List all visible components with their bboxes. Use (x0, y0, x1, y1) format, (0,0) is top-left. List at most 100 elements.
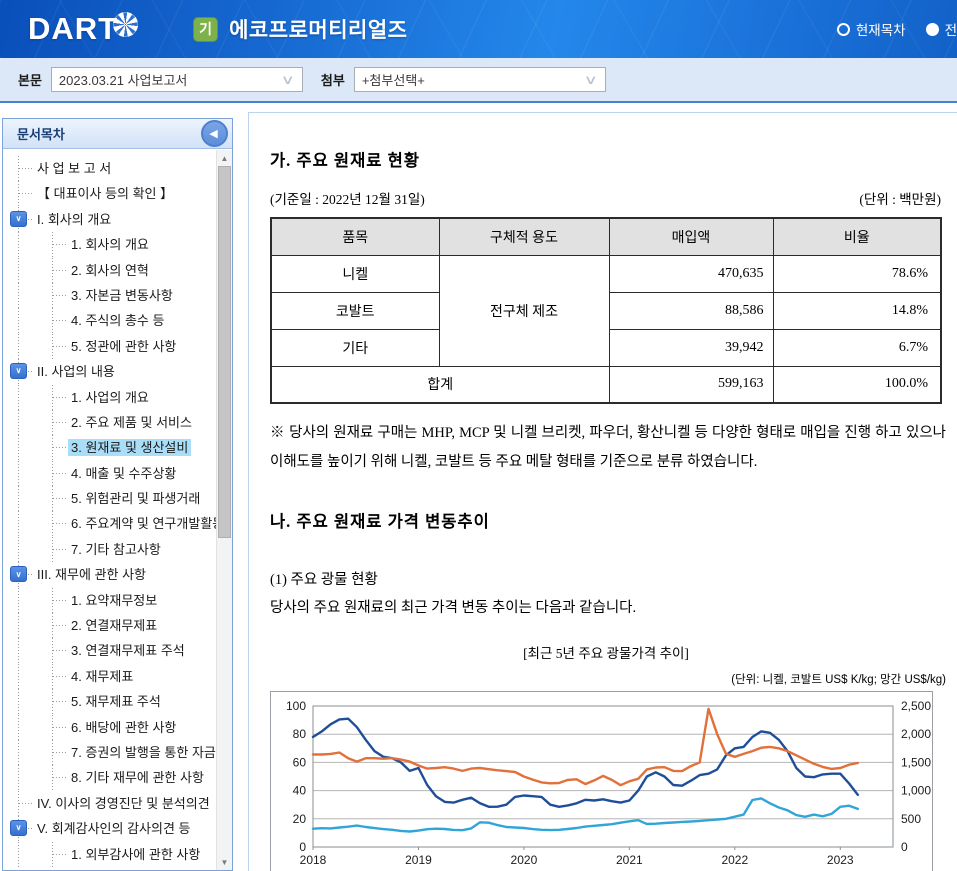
tree-item-label[interactable]: III. 재무에 관한 사항 (34, 566, 149, 583)
sidebar-collapse-button[interactable]: ◀ (201, 120, 228, 147)
tree-item-label[interactable]: 8. 기타 재무에 관한 사항 (68, 769, 207, 786)
tree-expander-icon[interactable]: ∨ (10, 363, 27, 380)
total-amount: 599,163 (608, 365, 774, 404)
chevron-down-icon: ∨ (583, 71, 599, 87)
tree-item-label[interactable]: 【 대표이사 등의 확인 】 (34, 185, 176, 202)
chart-plot: 0 20 40 60 80 100 0 500 1,000 1,500 2,000 2,500 2018… (286, 699, 931, 867)
tree-item-label[interactable]: 1. 외부감사에 관한 사항 (68, 846, 203, 863)
sidebar-title: 문서목차 (17, 127, 65, 142)
col-header-ratio: 비율 (772, 217, 942, 256)
chart-unit-note: (단위: 니켈, 코발트 US$ K/kg; 망간 US$/kg) (731, 674, 946, 686)
tree-item-label[interactable]: 7. 기타 참고사항 (68, 541, 164, 558)
tree-item-label[interactable]: 1. 회사의 개요 (68, 236, 152, 253)
dart-logo[interactable]: DART (28, 11, 139, 47)
tree-item: 1. 외부감사에 관한 사항 (3, 841, 216, 867)
col-header-usage: 구체적 용도 (438, 217, 610, 256)
tree-item: 7. 기타 참고사항 (3, 536, 216, 563)
tree-item: 5. 정관에 관한 사항 (3, 333, 216, 360)
svg-text:2021: 2021 (616, 853, 643, 867)
table-row: 니켈 전구체 제조 470,635 78.6% (270, 254, 942, 367)
radio-current-toc[interactable]: 현재목차 (836, 19, 906, 39)
main-doc-label: 본문 (18, 73, 42, 88)
tree: 사 업 보 고 서 【 대표이사 등의 확인 】 ∨ I. 회사의 개요 1. 회사의 … (3, 150, 216, 870)
table-meta-row: (기준일 : 2022년 12월 31일) (단위 : 백만원) (270, 188, 941, 208)
document-toolbar: 본문 2023.03.21 사업보고서 ∨ 첨부 +첨부선택+ ∨ (0, 58, 957, 103)
total-label: 합계 (270, 365, 610, 404)
sidebar-header: 문서목차 ◀ (3, 119, 232, 149)
dart-logo-text: DART (28, 11, 119, 46)
cell-item: 기타 (270, 328, 440, 367)
tree-item: ∨ II. 사업의 내용 (3, 359, 216, 385)
scroll-up-icon[interactable]: ▲ (217, 151, 232, 165)
table-total-row: 합계 599,163 100.0% (270, 365, 942, 404)
tree-item-label[interactable]: IV. 이사의 경영진단 및 분석의견 (34, 795, 213, 812)
tree-item-label[interactable]: 7. 증권의 발행을 통한 자금조달 (68, 744, 216, 761)
subsection-1-text: 당사의 주요 원재료의 최근 가격 변동 추이는 다음과 같습니다. (270, 600, 637, 616)
tree-item: 4. 주식의 총수 등 (3, 308, 216, 334)
svg-text:0: 0 (299, 840, 306, 854)
main-doc-select[interactable]: 2023.03.21 사업보고서 ∨ (50, 67, 303, 92)
sidebar-scrollbar[interactable]: ▲ ▼ (216, 150, 232, 870)
scroll-down-icon[interactable]: ▼ (217, 855, 232, 869)
svg-text:2022: 2022 (721, 853, 748, 867)
svg-text:2019: 2019 (405, 853, 432, 867)
tree-item-label[interactable]: 4. 재무제표 (68, 668, 136, 685)
tree-item-label[interactable]: II. 사업의 내용 (34, 363, 118, 380)
tree-item: 3. 연결재무제표 주석 (3, 638, 216, 664)
svg-text:2,000: 2,000 (901, 727, 931, 741)
tree-item-label[interactable]: 1. 요약재무정보 (68, 592, 160, 609)
tree-item-label[interactable]: 2. 주요 제품 및 서비스 (68, 414, 195, 431)
attachment-label: 첨부 (320, 73, 345, 88)
tree-item: 1. 회사의 개요 (3, 232, 216, 258)
tree-item-label[interactable]: 5. 정관에 관한 사항 (68, 338, 179, 355)
svg-text:2018: 2018 (300, 853, 327, 867)
tree-item-label-selected[interactable]: 3. 원재료 및 생산설비 (68, 439, 192, 457)
tree-item-label[interactable]: 3. 자본금 변동사항 (68, 287, 176, 304)
tree-item-label[interactable]: 4. 주식의 총수 등 (68, 312, 167, 329)
dart-pinwheel-icon (113, 11, 139, 37)
cell-amount: 470,635 (608, 254, 774, 293)
tree-item: 1. 요약재무정보 (3, 587, 216, 614)
tree-item-label[interactable]: 5. 위험관리 및 파생거래 (68, 490, 203, 507)
tree-item: IV. 이사의 경영진단 및 분석의견 (3, 790, 216, 817)
tree-item-label[interactable]: 2. 회사의 연혁 (68, 262, 152, 279)
col-header-item: 품목 (270, 217, 440, 256)
tree-item-label[interactable]: 3. 연결재무제표 주석 (68, 642, 188, 659)
tree-item-label[interactable]: I. 회사의 개요 (34, 211, 114, 228)
tree-item: 6. 주요계약 및 연구개발활동 (3, 511, 216, 537)
radio-full-toc[interactable]: 전 (925, 19, 957, 39)
tree-item-label[interactable]: 2. 연결재무제표 (68, 617, 160, 634)
cell-amount: 39,942 (608, 328, 774, 367)
company-name: 에코프로머티리얼즈 (229, 19, 408, 42)
chevron-down-icon: ∨ (281, 71, 296, 87)
document-content: 가. 주요 원재료 현황 (기준일 : 2022년 12월 31일) (단위 :… (248, 112, 957, 871)
tree-item-label[interactable]: 6. 주요계약 및 연구개발활동 (68, 515, 216, 532)
cell-ratio: 6.7% (772, 328, 942, 367)
tree-expander-icon[interactable]: ∨ (10, 566, 27, 583)
tree-item: 2. 주요 제품 및 서비스 (3, 409, 216, 436)
toc-mode-radios: 현재목차 전 (836, 19, 957, 39)
tree-item-label[interactable]: 사 업 보 고 서 (34, 160, 114, 177)
radio-selected-icon[interactable] (925, 22, 939, 36)
tree-item-label[interactable]: 5. 재무제표 주석 (68, 693, 164, 710)
tree-expander-icon[interactable]: ∨ (10, 820, 27, 837)
section-a-title: 가. 주요 원재료 현황 (270, 151, 420, 170)
app-header: DART 기 에코프로머티리얼즈 현재목차 전 (0, 0, 957, 58)
svg-text:2023: 2023 (827, 853, 854, 867)
tree-item-label[interactable]: V. 회계감사인의 감사의견 등 (34, 820, 194, 837)
svg-text:20: 20 (293, 812, 307, 826)
svg-text:60: 60 (293, 755, 307, 769)
tree-item: 3. 원재료 및 생산설비 (3, 435, 216, 461)
svg-text:40: 40 (293, 784, 307, 798)
scrollbar-thumb[interactable] (218, 166, 231, 538)
tree-item-label[interactable]: 4. 매출 및 수주상황 (68, 465, 179, 482)
tree-item-label[interactable]: 1. 사업의 개요 (68, 389, 152, 406)
radio-unselected-icon[interactable] (836, 22, 850, 36)
col-header-amount: 매입액 (608, 217, 774, 256)
raw-materials-table: 품목 구체적 용도 매입액 비율 니켈 전구체 제조 470,635 78.6%… (270, 217, 942, 404)
tree-item-label[interactable]: 6. 배당에 관한 사항 (68, 719, 179, 736)
svg-text:0: 0 (901, 840, 908, 854)
attachment-select[interactable]: +첨부선택+ ∨ (353, 67, 606, 92)
tree-expander-icon[interactable]: ∨ (10, 210, 27, 227)
table-header-row: 품목 구체적 용도 매입액 비율 (270, 217, 942, 256)
